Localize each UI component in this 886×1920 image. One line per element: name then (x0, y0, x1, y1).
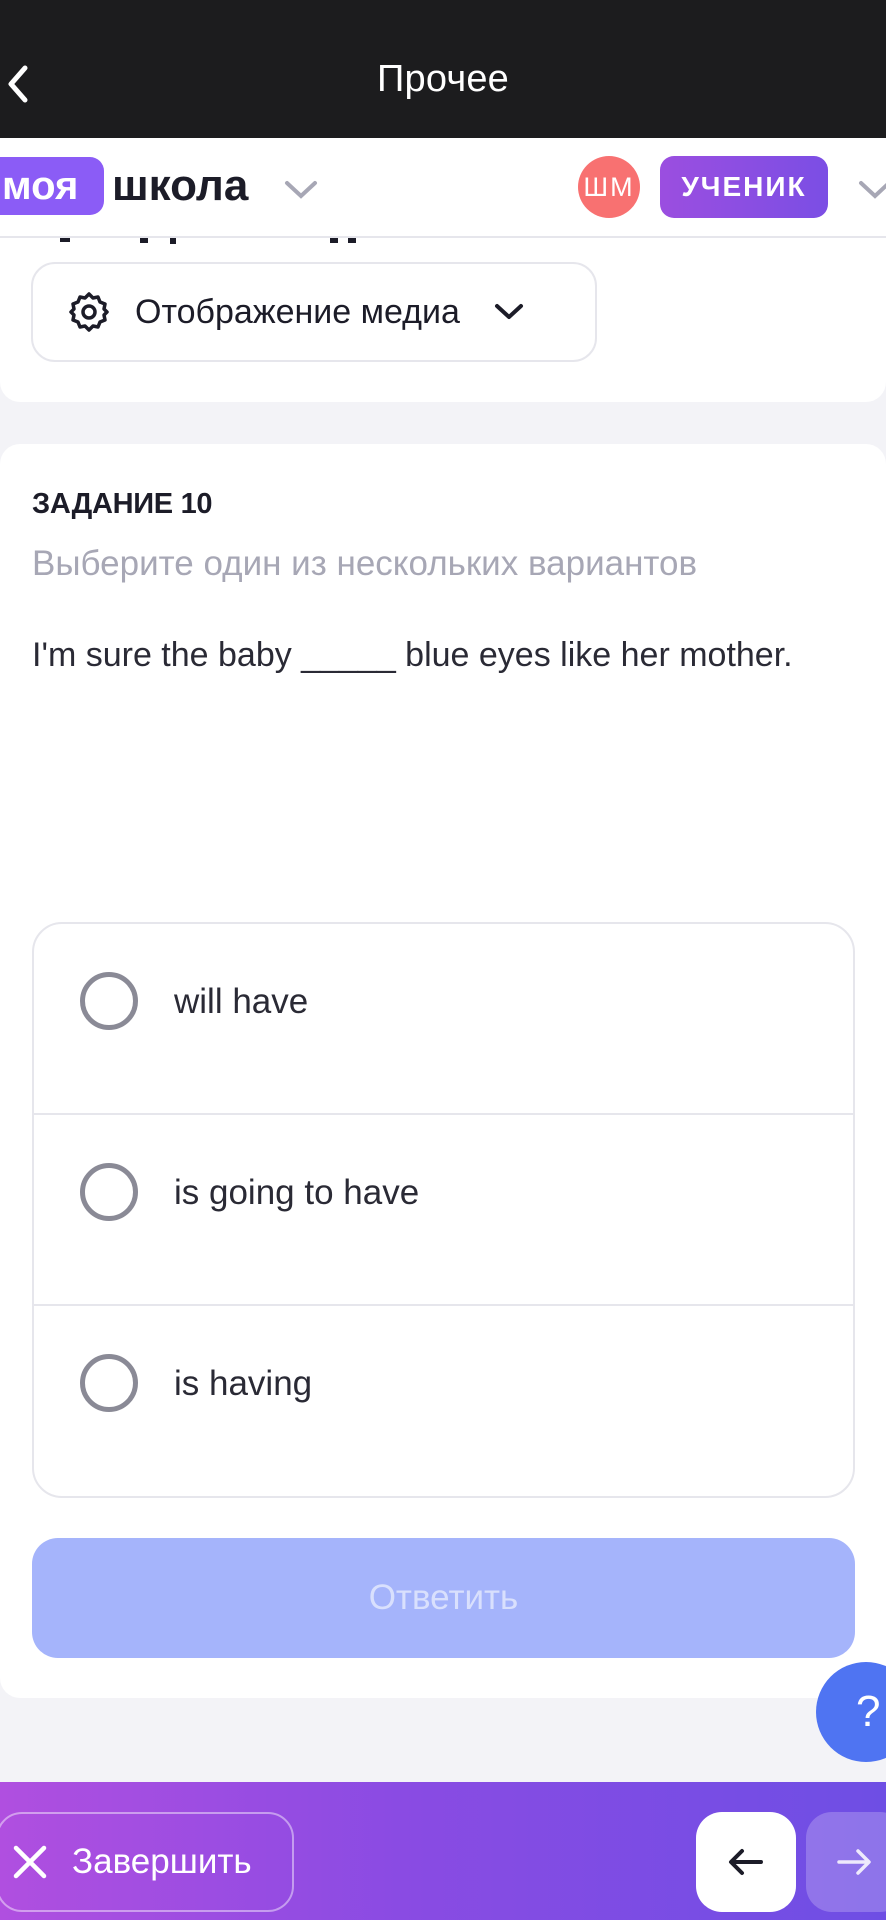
task-instruction: Выберите один из нескольких вариантов (32, 544, 698, 583)
previous-task-button[interactable] (696, 1812, 796, 1912)
gear-icon (69, 292, 109, 332)
role-badge[interactable]: УЧЕНИК (660, 156, 828, 218)
next-task-button[interactable] (806, 1812, 886, 1912)
radio-button[interactable] (80, 1163, 138, 1221)
answer-option-label: is going to have (174, 1173, 420, 1212)
avatar[interactable]: ШМ (578, 156, 640, 218)
answer-option[interactable]: is going to have (34, 1115, 853, 1306)
close-icon (13, 1845, 47, 1879)
task-card: ЗАДАНИЕ 10 Выберите один из нескольких в… (0, 444, 886, 1698)
logo-text[interactable]: школа (112, 157, 248, 215)
answer-option[interactable]: is having (34, 1306, 853, 1496)
page-title: Прочее (376, 58, 509, 100)
arrow-right-icon (837, 1849, 871, 1875)
chevron-down-icon[interactable] (284, 180, 318, 200)
clipped-text-fragment (60, 238, 356, 244)
task-question: I'm sure the baby _____ blue eyes like h… (32, 636, 793, 674)
logo-badge[interactable]: моя (0, 157, 104, 215)
answer-option[interactable]: will have (34, 924, 853, 1115)
radio-button[interactable] (80, 1354, 138, 1412)
answer-options: will have is going to have is having (32, 922, 855, 1498)
school-header: моя школа ШМ УЧЕНИК (0, 138, 886, 238)
media-display-label: Отображение медиа (135, 292, 460, 331)
answer-button[interactable]: Ответить (32, 1538, 855, 1658)
finish-button[interactable]: Завершить (0, 1812, 294, 1912)
answer-option-label: will have (174, 982, 309, 1021)
arrow-left-icon (729, 1849, 763, 1875)
task-title: ЗАДАНИЕ 10 (32, 488, 213, 520)
top-nav-bar: Прочее (0, 0, 886, 138)
chevron-down-icon (494, 304, 523, 319)
bottom-action-bar: Завершить (0, 1782, 886, 1920)
media-card: Отображение медиа (0, 238, 886, 402)
answer-option-label: is having (174, 1364, 313, 1403)
chevron-down-icon[interactable] (858, 180, 886, 200)
finish-label: Завершить (72, 1842, 252, 1881)
radio-button[interactable] (80, 972, 138, 1030)
media-display-dropdown[interactable]: Отображение медиа (31, 262, 597, 362)
